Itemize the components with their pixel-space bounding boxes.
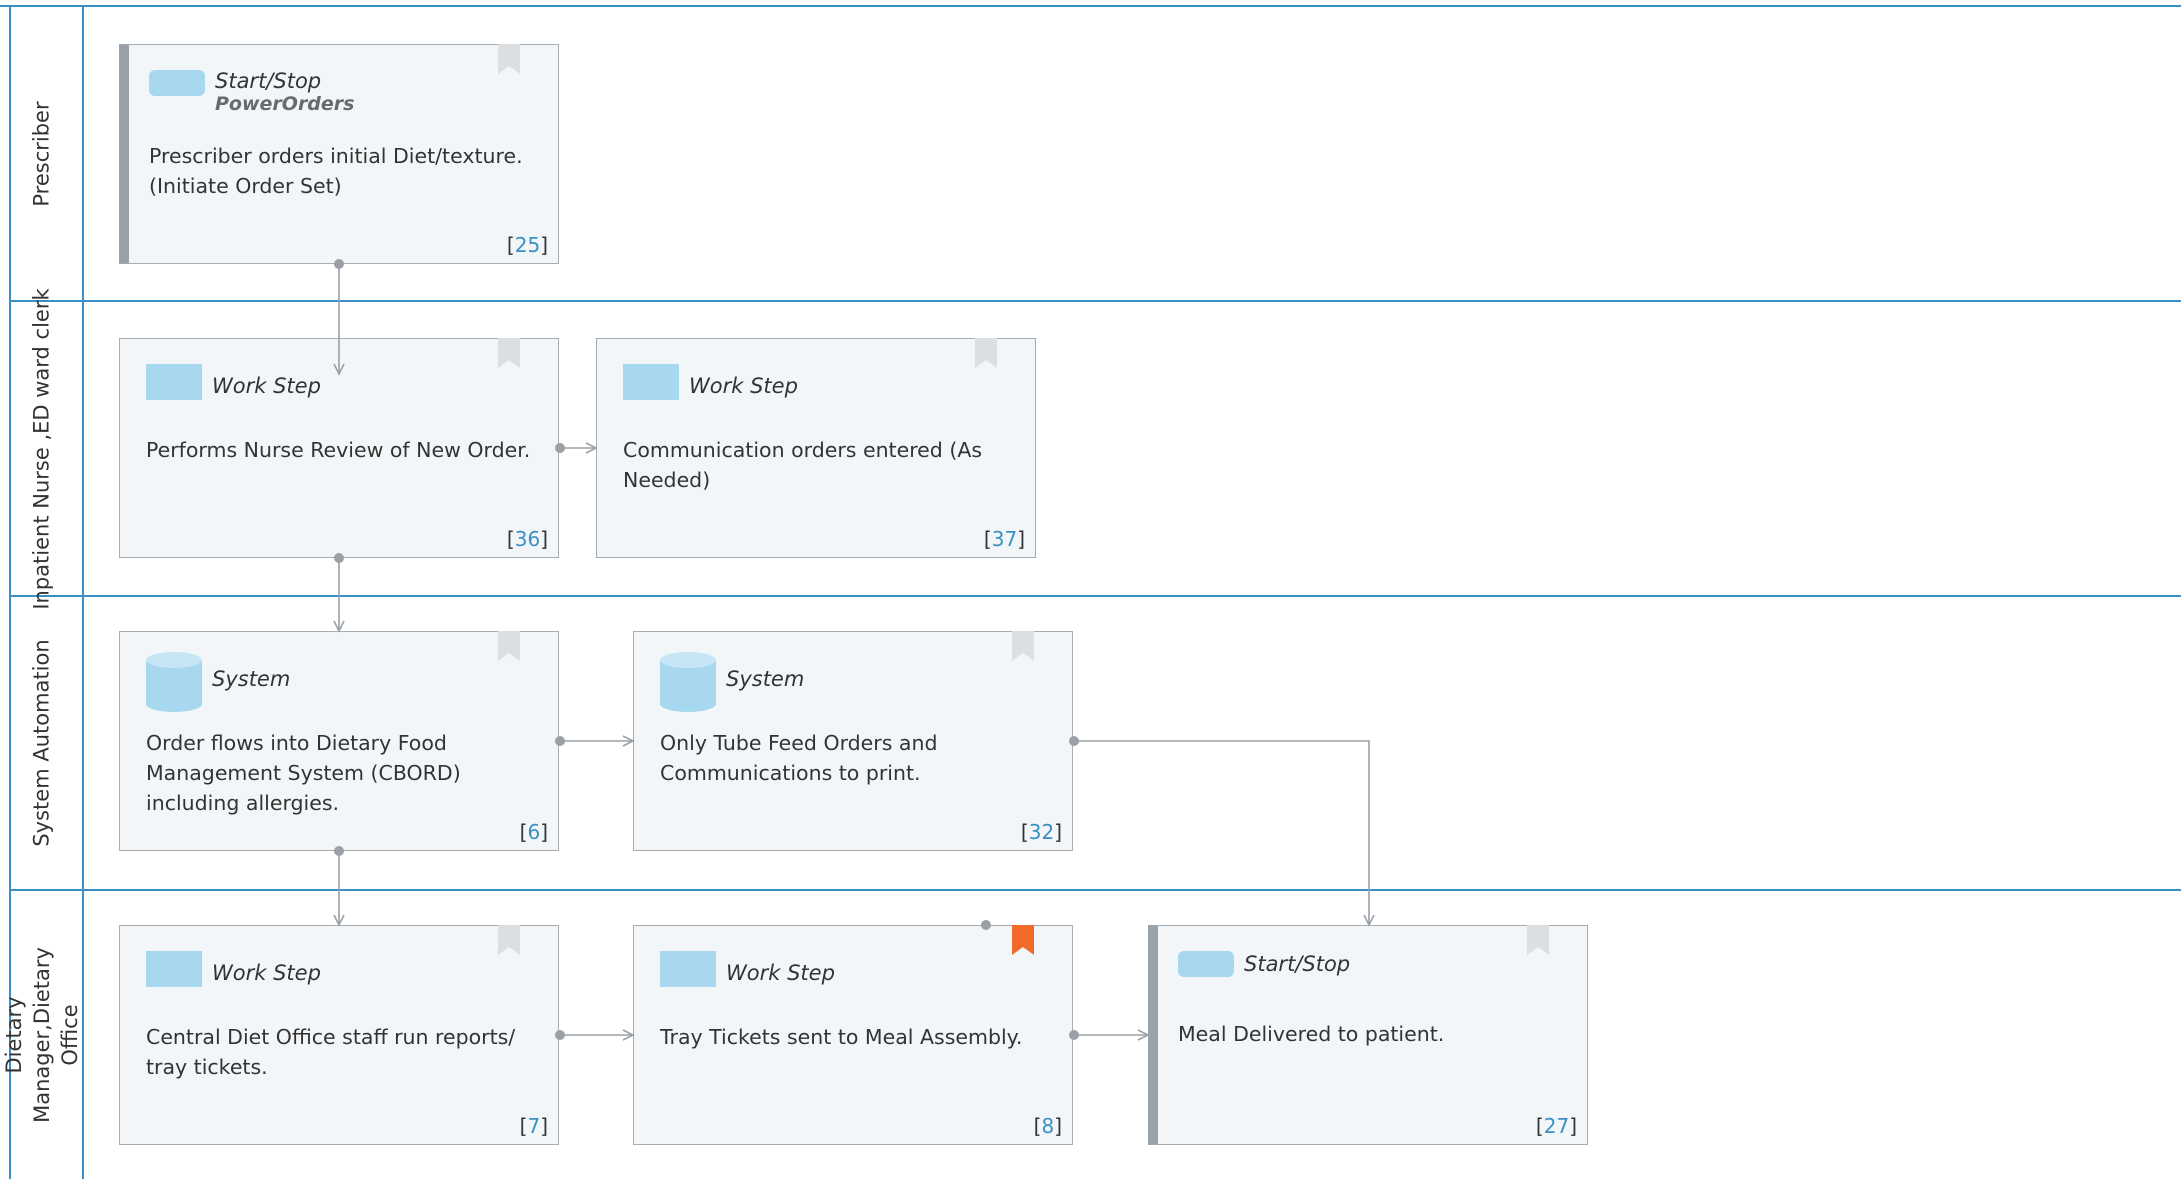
process-node-32[interactable]: System Only Tube Feed Orders and Communi… xyxy=(633,631,1073,851)
bookmark-icon[interactable] xyxy=(498,338,520,368)
work-step-icon xyxy=(146,364,202,400)
lane-header-prescriber: Prescriber xyxy=(0,6,83,301)
node-id[interactable]: [7] xyxy=(520,1114,548,1138)
node-id[interactable]: [6] xyxy=(520,820,548,844)
node-type: Start/Stop xyxy=(215,69,322,93)
node-type: System xyxy=(212,667,291,691)
lane-label-prescriber: Prescriber xyxy=(29,100,54,207)
node-id[interactable]: [25] xyxy=(507,233,548,257)
node-subtype: PowerOrders xyxy=(215,93,355,115)
lane-header-dietary-manager: Dietary Manager,Dietary Office xyxy=(0,890,83,1179)
process-swimlane-diagram: Prescriber Inpatient Nurse ,ED ward cler… xyxy=(0,0,2181,1179)
node-type: System xyxy=(726,667,805,691)
work-step-icon xyxy=(146,951,202,987)
bookmark-icon[interactable] xyxy=(498,925,520,955)
bookmark-icon[interactable] xyxy=(498,44,520,74)
bookmark-icon[interactable] xyxy=(498,631,520,661)
database-icon xyxy=(146,652,202,712)
bookmark-icon[interactable] xyxy=(1527,925,1549,955)
node-type: Work Step xyxy=(689,374,798,398)
lane-label-inpatient-nurse: Inpatient Nurse ,ED ward clerk xyxy=(29,287,54,610)
process-node-36[interactable]: Work Step Performs Nurse Review of New O… xyxy=(119,338,559,558)
node-id[interactable]: [36] xyxy=(507,527,548,551)
node-type: Work Step xyxy=(726,961,835,985)
process-node-7[interactable]: Work Step Central Diet Office staff run … xyxy=(119,925,559,1145)
lane-label-dietary-manager: Dietary Manager,Dietary Office xyxy=(1,946,82,1123)
lane-label-system-automation: System Automation xyxy=(29,639,54,847)
start-stop-icon xyxy=(149,70,205,96)
process-node-27[interactable]: Start/Stop Meal Delivered to patient. [2… xyxy=(1148,925,1588,1145)
node-description: Performs Nurse Review of New Order. xyxy=(146,438,531,462)
node-id[interactable]: [27] xyxy=(1536,1114,1577,1138)
lane-header-system-automation: System Automation xyxy=(0,596,83,890)
database-icon xyxy=(660,652,716,712)
start-stop-icon xyxy=(1178,951,1234,977)
work-step-icon xyxy=(623,364,679,400)
node-description: Prescriber orders initial Diet/texture. … xyxy=(149,144,523,198)
bookmark-icon[interactable] xyxy=(975,338,997,368)
bookmark-icon[interactable] xyxy=(1012,631,1034,661)
node-description: Meal Delivered to patient. xyxy=(1178,1022,1445,1046)
node-description: Central Diet Office staff run reports/ t… xyxy=(146,1025,516,1079)
node-description: Only Tube Feed Orders and Communications… xyxy=(660,731,938,785)
process-node-8[interactable]: Work Step Tray Tickets sent to Meal Asse… xyxy=(633,925,1073,1145)
node-type: Work Step xyxy=(212,961,321,985)
node-id[interactable]: [8] xyxy=(1034,1114,1062,1138)
process-node-37[interactable]: Work Step Communication orders entered (… xyxy=(596,338,1036,558)
node-id[interactable]: [32] xyxy=(1021,820,1062,844)
node-description: Tray Tickets sent to Meal Assembly. xyxy=(660,1025,1023,1049)
node-id[interactable]: [37] xyxy=(984,527,1025,551)
process-node-25[interactable]: Start/Stop PowerOrders Prescriber orders… xyxy=(119,44,559,264)
node-type: Work Step xyxy=(212,374,321,398)
node-type: Start/Stop xyxy=(1244,952,1351,976)
node-description: Communication orders entered (As Needed) xyxy=(623,438,983,492)
node-description: Order flows into Dietary Food Management… xyxy=(146,731,461,815)
bookmark-flagged-icon[interactable] xyxy=(1012,925,1034,955)
work-step-icon xyxy=(660,951,716,987)
process-node-6[interactable]: System Order flows into Dietary Food Man… xyxy=(119,631,559,851)
lane-header-inpatient-nurse: Inpatient Nurse ,ED ward clerk xyxy=(0,288,83,609)
